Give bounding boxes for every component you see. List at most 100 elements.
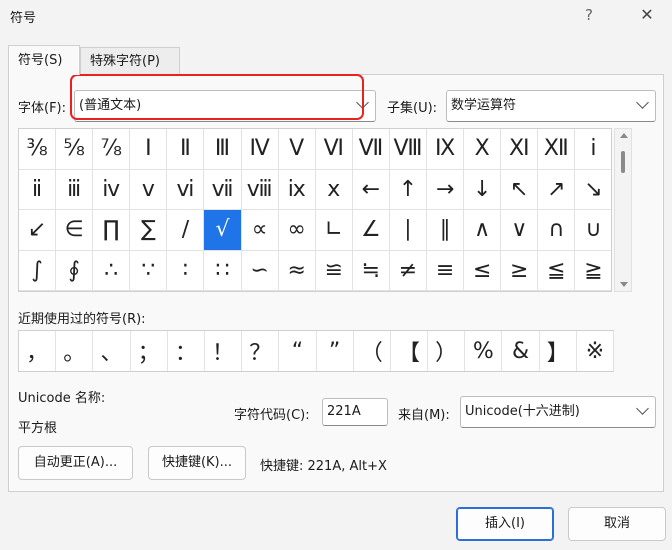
subset-select[interactable]: 数学运算符 bbox=[446, 90, 656, 122]
recent-symbol-cell[interactable]: ※ bbox=[577, 331, 614, 371]
symbol-cell[interactable]: ∨ bbox=[501, 210, 539, 251]
symbol-cell[interactable]: ↑ bbox=[389, 169, 428, 210]
symbol-cell[interactable]: Ⅻ bbox=[538, 129, 576, 170]
symbol-cell[interactable]: ≥ bbox=[501, 250, 539, 291]
symbol-cell[interactable]: Ⅵ bbox=[315, 129, 353, 170]
recent-symbol-cell[interactable]: “ bbox=[279, 331, 317, 371]
recent-symbol-cell[interactable]: % bbox=[465, 331, 503, 371]
recent-symbols-grid: ，。、；：！？ “” （【）% &】 ※ bbox=[18, 330, 614, 372]
recent-symbol-cell[interactable]: 】 bbox=[540, 331, 577, 371]
symbol-cell[interactable]: ∴ bbox=[93, 250, 131, 291]
symbol-cell[interactable]: ⅜ bbox=[19, 129, 57, 170]
symbol-cell[interactable]: ⅵ bbox=[167, 169, 205, 210]
subset-label: 子集(U): bbox=[387, 101, 438, 116]
symbol-cell[interactable]: Ⅶ bbox=[352, 129, 390, 170]
recent-symbol-cell[interactable]: ； bbox=[131, 331, 168, 371]
symbol-cell[interactable]: ↗ bbox=[538, 169, 576, 210]
symbol-cell[interactable]: ≡ bbox=[427, 250, 465, 291]
symbol-cell[interactable]: ↘ bbox=[575, 170, 611, 210]
unicode-name-label: Unicode 名称: bbox=[18, 391, 106, 406]
symbol-grid-scrollbar[interactable] bbox=[614, 128, 632, 292]
symbol-cell[interactable]: ∟ bbox=[315, 210, 353, 251]
char-code-input[interactable]: 221A bbox=[322, 398, 388, 426]
symbol-cell[interactable]: ∵ bbox=[130, 250, 168, 291]
symbol-cell-selected[interactable]: √ bbox=[204, 210, 242, 251]
symbol-cell[interactable]: Ⅳ bbox=[241, 129, 279, 170]
symbol-cell[interactable]: ≌ bbox=[315, 250, 353, 291]
symbol-cell[interactable]: ∝ bbox=[241, 210, 279, 251]
symbol-cell[interactable]: ∕ bbox=[167, 210, 205, 251]
recent-symbol-cell[interactable]: ？ bbox=[242, 331, 280, 371]
symbol-cell[interactable]: ≠ bbox=[389, 250, 428, 291]
symbol-cell[interactable]: ∫ bbox=[19, 250, 57, 291]
recent-symbol-cell[interactable]: 【 bbox=[391, 331, 429, 371]
symbol-cell[interactable]: ⅲ bbox=[56, 169, 94, 210]
insert-button[interactable]: 插入(I) bbox=[456, 507, 554, 541]
scrollbar-thumb[interactable] bbox=[621, 151, 625, 173]
symbol-cell[interactable]: ⅝ bbox=[56, 129, 94, 170]
symbol-cell[interactable]: ∞ bbox=[278, 210, 316, 251]
symbol-cell[interactable]: Ⅲ bbox=[204, 129, 242, 170]
subset-select-value: 数学运算符 bbox=[451, 98, 517, 113]
symbol-cell[interactable]: ≈ bbox=[278, 250, 316, 291]
symbol-cell[interactable]: ∶ bbox=[167, 250, 205, 291]
symbol-cell[interactable]: ∷ bbox=[204, 250, 242, 291]
symbol-cell[interactable]: ⅞ bbox=[93, 129, 131, 170]
symbol-cell[interactable]: ⅸ bbox=[278, 169, 316, 210]
scroll-down-icon[interactable] bbox=[620, 282, 628, 287]
symbol-cell[interactable]: ≒ bbox=[352, 250, 390, 291]
tab-symbols[interactable]: 符号(S) bbox=[8, 45, 80, 75]
symbol-cell[interactable]: ∧ bbox=[464, 210, 502, 251]
symbol-cell[interactable]: ≦ bbox=[538, 250, 576, 291]
symbol-cell[interactable]: ⅶ bbox=[204, 169, 242, 210]
symbol-cell[interactable]: ∑ bbox=[130, 210, 168, 251]
symbol-cell[interactable]: Ⅱ bbox=[167, 129, 205, 170]
symbol-cell[interactable]: Ⅹ bbox=[464, 129, 502, 170]
symbol-cell[interactable]: ↙ bbox=[19, 210, 57, 251]
symbol-cell[interactable]: ∽ bbox=[241, 250, 279, 291]
symbol-cell[interactable]: Ⅸ bbox=[427, 129, 465, 170]
symbol-cell[interactable]: ∩ bbox=[538, 210, 576, 251]
symbol-cell[interactable]: Ⅰ bbox=[130, 129, 168, 170]
symbol-cell[interactable]: Ⅴ bbox=[278, 129, 316, 170]
recent-symbol-cell[interactable]: （ bbox=[354, 331, 391, 371]
recent-symbol-cell[interactable]: 、 bbox=[93, 331, 131, 371]
autocorrect-button[interactable]: 自动更正(A)... bbox=[18, 446, 133, 480]
recent-symbol-cell[interactable]: ： bbox=[168, 331, 205, 371]
symbol-cell[interactable]: ↖ bbox=[501, 169, 539, 210]
symbol-cell[interactable]: → bbox=[427, 169, 465, 210]
symbol-cell[interactable]: ∏ bbox=[93, 210, 131, 251]
tab-special-characters[interactable]: 特殊字符(P) bbox=[80, 47, 180, 75]
symbol-cell[interactable]: ↓ bbox=[464, 169, 502, 210]
symbol-cell[interactable]: ∈ bbox=[56, 210, 94, 251]
recent-symbols-label: 近期使用过的符号(R): bbox=[18, 312, 146, 327]
symbol-cell[interactable]: ⅹ bbox=[315, 169, 353, 210]
scroll-up-icon[interactable] bbox=[620, 133, 628, 138]
recent-symbol-cell[interactable]: ， bbox=[19, 331, 57, 371]
symbol-cell[interactable]: ∮ bbox=[56, 250, 94, 291]
symbol-cell[interactable]: ⅷ bbox=[241, 169, 279, 210]
recent-symbol-cell[interactable]: ！ bbox=[205, 331, 243, 371]
cancel-button[interactable]: 取消 bbox=[568, 507, 666, 541]
symbol-cell[interactable]: ∪ bbox=[575, 210, 611, 251]
recent-symbol-cell[interactable]: ” bbox=[317, 331, 354, 371]
recent-symbol-cell[interactable]: 。 bbox=[56, 331, 94, 371]
shortcut-key-button[interactable]: 快捷键(K)... bbox=[148, 446, 246, 480]
recent-symbol-cell[interactable]: ） bbox=[428, 331, 466, 371]
symbol-cell[interactable]: ∠ bbox=[352, 210, 390, 251]
symbol-cell[interactable]: ∥ bbox=[427, 210, 465, 251]
symbol-cell[interactable]: ≤ bbox=[464, 250, 502, 291]
symbol-cell[interactable]: ⅳ bbox=[93, 169, 131, 210]
close-icon[interactable]: ✕ bbox=[626, 0, 668, 32]
symbol-cell[interactable]: ≧ bbox=[575, 251, 611, 291]
symbol-cell[interactable]: Ⅷ bbox=[389, 129, 428, 170]
help-icon[interactable]: ? bbox=[572, 0, 606, 32]
symbol-cell[interactable]: ⅰ bbox=[575, 129, 611, 170]
symbol-cell[interactable]: Ⅺ bbox=[501, 129, 539, 170]
from-select[interactable]: Unicode(十六进制) bbox=[460, 396, 656, 428]
symbol-cell[interactable]: ← bbox=[352, 169, 390, 210]
symbol-cell[interactable]: ∣ bbox=[389, 210, 428, 251]
symbol-cell[interactable]: ⅴ bbox=[130, 169, 168, 210]
recent-symbol-cell[interactable]: & bbox=[502, 331, 540, 371]
symbol-cell[interactable]: ⅱ bbox=[19, 169, 57, 210]
